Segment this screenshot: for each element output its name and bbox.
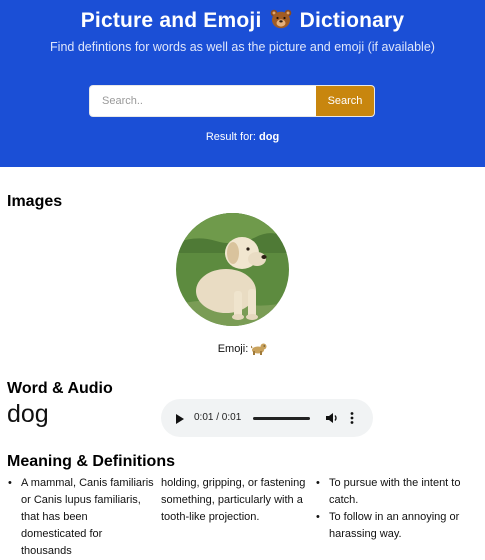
audio-progress-track[interactable] [253, 417, 310, 420]
page-subtitle: Find defintions for words as well as the… [50, 40, 435, 54]
emoji-line: Emoji: [0, 341, 485, 358]
more-vertical-icon[interactable] [349, 411, 355, 430]
definition-item: A mammal, Canis familiaris or Canis lupu… [7, 475, 155, 560]
result-label: Result for: [205, 131, 256, 143]
app-title: Picture and Emoji Dictionary [0, 9, 485, 35]
definition-item: To pursue with the intent to catch. [315, 475, 463, 509]
word-audio-heading: Word & Audio [7, 380, 113, 397]
definitions-column-1: A mammal, Canis familiaris or Canis lupu… [7, 475, 155, 560]
page-header: Picture and Emoji Dictionary Find defint… [0, 0, 485, 167]
title-part2: Dictionary [299, 9, 405, 32]
dog-photo [176, 213, 289, 326]
meaning-heading: Meaning & Definitions [7, 453, 175, 470]
emoji-label: Emoji: [217, 343, 249, 355]
search-bar: Search [90, 86, 374, 116]
definitions-column-3: To pursue with the intent to catch. To f… [315, 475, 463, 543]
result-word: dog [259, 131, 280, 143]
definitions-column-2: holding, gripping, or fastening somethin… [161, 475, 309, 526]
definition-item: holding, gripping, or fastening somethin… [161, 477, 306, 523]
audio-player: 0:01 / 0:01 [161, 399, 373, 437]
dog-emoji-icon [250, 341, 267, 358]
word-display: dog [7, 400, 49, 428]
play-icon[interactable] [175, 412, 185, 430]
images-heading: Images [7, 193, 63, 210]
search-button[interactable]: Search [316, 86, 374, 116]
result-line: Result for: dog [0, 131, 485, 143]
title-part1: Picture and Emoji [80, 9, 262, 32]
audio-time: 0:01 / 0:01 [194, 412, 242, 423]
volume-icon[interactable] [325, 411, 339, 430]
definition-item: To follow in an annoying or harassing wa… [315, 509, 463, 543]
bear-emoji-icon [270, 9, 292, 35]
search-input[interactable] [90, 86, 316, 116]
